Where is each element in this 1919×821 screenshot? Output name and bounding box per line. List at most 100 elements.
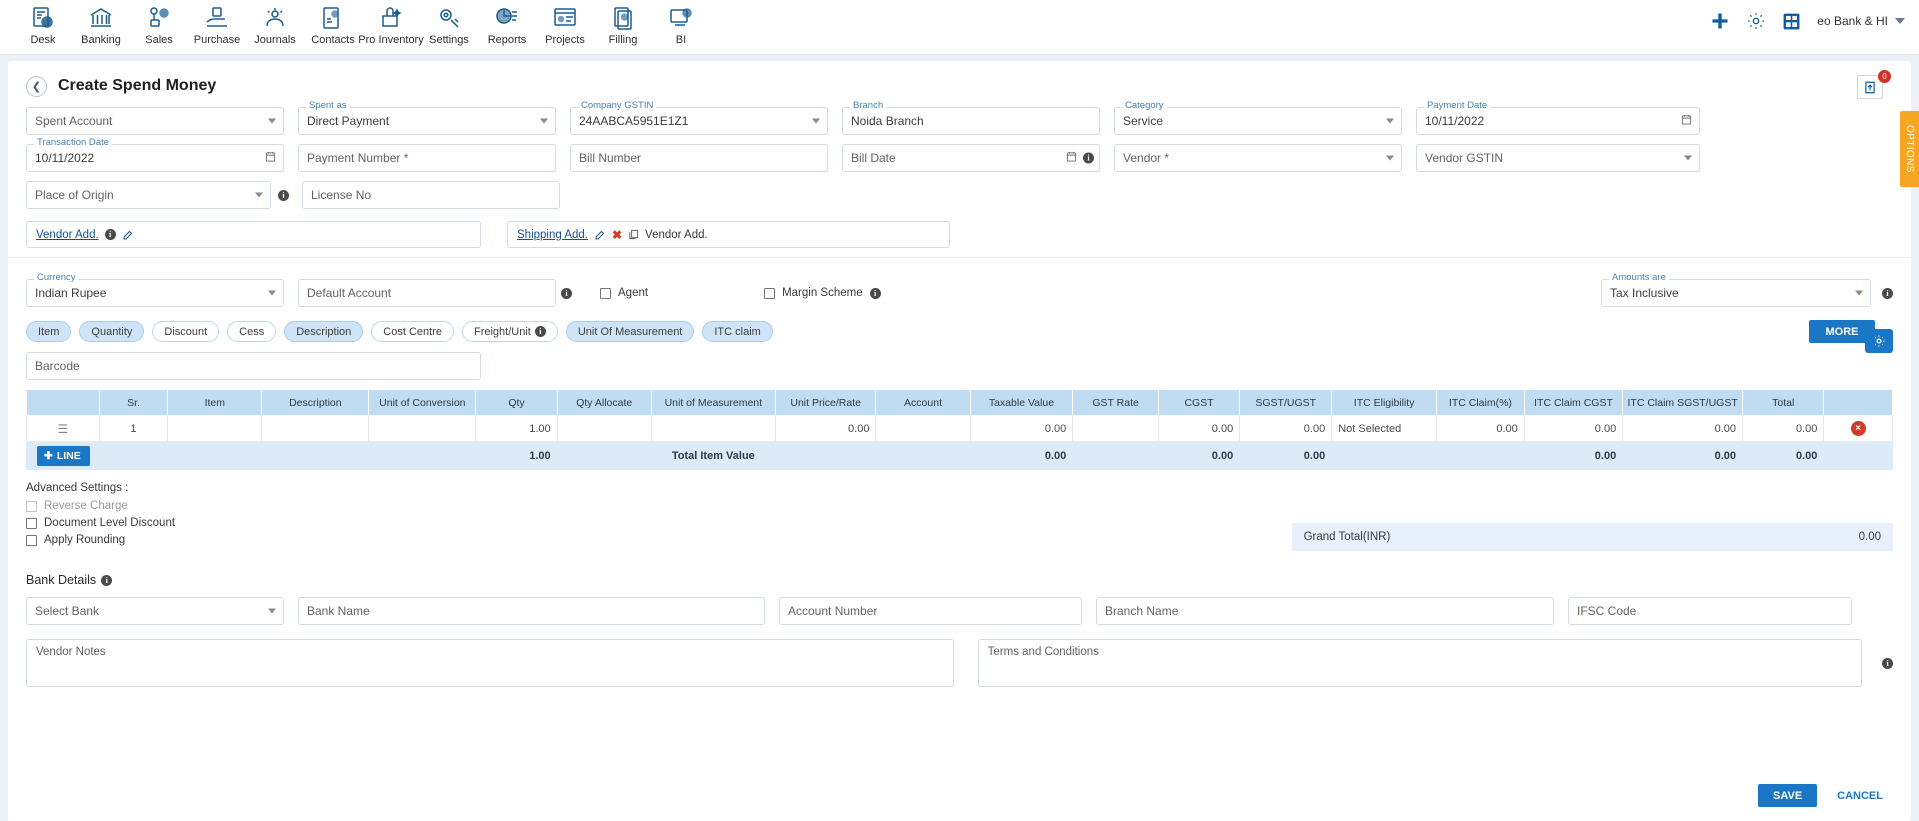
- cancel-button[interactable]: CANCEL: [1827, 784, 1893, 807]
- drag-handle-icon[interactable]: ☰: [57, 422, 68, 436]
- account-number-input[interactable]: Account Number: [779, 597, 1082, 625]
- margin-scheme-checkbox[interactable]: [764, 287, 776, 299]
- default-account-input[interactable]: Default Account: [298, 279, 556, 307]
- cell-qty-allocate[interactable]: [556, 415, 652, 442]
- save-button[interactable]: SAVE: [1758, 784, 1818, 807]
- options-side-tab[interactable]: OPTIONS: [1900, 111, 1919, 187]
- chip-cost-centre[interactable]: Cost Centre: [371, 321, 454, 342]
- cell-unit-of-conversion[interactable]: [368, 415, 477, 442]
- chip-itc-claim[interactable]: ITC claim: [702, 321, 773, 342]
- info-icon[interactable]: i: [534, 326, 546, 337]
- totals-line-button-cell[interactable]: ✚ LINE: [26, 441, 100, 470]
- edit-icon[interactable]: [594, 229, 606, 241]
- info-icon[interactable]: i: [869, 287, 881, 299]
- spent-account-select[interactable]: Spent Account: [26, 107, 284, 135]
- vendor-address-box[interactable]: Vendor Add. i: [26, 221, 481, 248]
- cell-taxable-value[interactable]: 0.00: [969, 415, 1074, 442]
- nav-item-filling[interactable]: Filling: [594, 3, 652, 46]
- info-icon[interactable]: i: [1083, 152, 1094, 164]
- nav-item-journals[interactable]: Journals: [246, 3, 304, 46]
- chip-freight-unit[interactable]: Freight/Unit i: [461, 321, 558, 342]
- cell-item[interactable]: [167, 415, 263, 442]
- nav-item-contacts[interactable]: Contacts: [304, 3, 362, 46]
- document-level-discount-checkbox[interactable]: [26, 517, 37, 529]
- currency-select[interactable]: Currency Indian Rupee: [26, 273, 284, 307]
- nav-item-bi[interactable]: BI: [652, 3, 710, 46]
- shipping-address-box[interactable]: Shipping Add. ✖ Vendor Add.: [507, 221, 950, 248]
- user-menu[interactable]: eo Bank & HI: [1817, 14, 1905, 28]
- chip-quantity[interactable]: Quantity: [79, 321, 145, 342]
- branch-name-input[interactable]: Branch Name: [1096, 597, 1554, 625]
- cell-unit-of-measurement[interactable]: [650, 415, 776, 442]
- spent-as-select[interactable]: Spent as Direct Payment: [298, 101, 556, 135]
- chip-unit-of-measurement[interactable]: Unit Of Measurement: [565, 321, 695, 342]
- plus-icon[interactable]: [1710, 11, 1730, 31]
- row-drag-handle[interactable]: ☰: [26, 415, 100, 442]
- document-level-discount-row[interactable]: Document Level Discount: [26, 517, 1292, 529]
- chip-cess[interactable]: Cess: [227, 321, 277, 342]
- reverse-charge-checkbox[interactable]: [26, 500, 37, 512]
- info-icon[interactable]: i: [278, 189, 289, 201]
- cell-total[interactable]: 0.00: [1742, 415, 1825, 442]
- copy-icon[interactable]: [628, 229, 639, 240]
- cell-description[interactable]: [261, 415, 370, 442]
- apply-rounding-checkbox[interactable]: [26, 534, 37, 546]
- info-icon[interactable]: i: [101, 574, 113, 586]
- add-line-button[interactable]: ✚ LINE: [37, 445, 90, 466]
- nav-item-purchase[interactable]: Purchase: [188, 3, 246, 46]
- ifsc-code-input[interactable]: IFSC Code: [1568, 597, 1852, 625]
- agent-checkbox-row[interactable]: Agent: [600, 287, 648, 299]
- category-select[interactable]: Category Service: [1114, 101, 1402, 135]
- cell-sgst-ugst[interactable]: 0.00: [1239, 415, 1333, 442]
- edit-icon[interactable]: [122, 229, 134, 241]
- info-icon[interactable]: i: [104, 229, 116, 240]
- calendar-icon[interactable]: [1681, 114, 1692, 128]
- transaction-date-field[interactable]: Transaction Date 10/11/2022: [26, 138, 284, 172]
- license-no-input[interactable]: License No: [302, 181, 560, 209]
- nav-item-desk[interactable]: Desk: [14, 3, 72, 46]
- payment-number-input[interactable]: Payment Number *: [298, 144, 556, 172]
- place-of-origin-select[interactable]: Place of Origin: [26, 181, 271, 209]
- info-icon[interactable]: i: [561, 287, 572, 299]
- nav-item-reports[interactable]: Reports: [478, 3, 536, 46]
- nav-item-banking[interactable]: Banking: [72, 3, 130, 46]
- margin-scheme-checkbox-row[interactable]: Margin Scheme i: [764, 287, 881, 299]
- company-gstin-select[interactable]: Company GSTIN 24AABCA5951E1Z1: [570, 101, 828, 135]
- cell-cgst[interactable]: 0.00: [1157, 415, 1241, 442]
- info-icon[interactable]: i: [1882, 657, 1893, 669]
- branch-field[interactable]: Branch Noida Branch: [842, 101, 1100, 135]
- more-button[interactable]: MORE: [1809, 320, 1875, 343]
- nav-item-pro-inventory[interactable]: Pro Inventory: [358, 3, 424, 46]
- amounts-are-select[interactable]: Amounts are Tax Inclusive: [1601, 273, 1871, 307]
- chip-item[interactable]: Item: [26, 321, 72, 342]
- chevron-left-icon[interactable]: ❮: [26, 75, 47, 97]
- vendor-notes-textarea[interactable]: Vendor Notes: [26, 639, 954, 687]
- cell-gst-rate[interactable]: [1072, 415, 1159, 442]
- gear-icon[interactable]: [1746, 11, 1766, 31]
- remove-icon[interactable]: ✖: [612, 228, 622, 242]
- nav-item-settings[interactable]: Settings: [420, 3, 478, 46]
- cell-unit-price-rate[interactable]: 0.00: [774, 415, 877, 442]
- cell-itc-claim-sgst-ugst[interactable]: 0.00: [1622, 415, 1744, 442]
- cell-qty[interactable]: 1.00: [475, 415, 558, 442]
- cell-itc-claim-pct[interactable]: 0.00: [1436, 415, 1525, 442]
- apply-rounding-row[interactable]: Apply Rounding: [26, 534, 1292, 546]
- select-bank-select[interactable]: Select Bank: [26, 597, 284, 625]
- calendar-icon[interactable]: [265, 151, 276, 165]
- vendor-gstin-select[interactable]: Vendor GSTIN: [1416, 144, 1700, 172]
- bill-date-field[interactable]: Bill Date i: [842, 144, 1100, 172]
- bank-name-input[interactable]: Bank Name: [298, 597, 765, 625]
- shipping-address-link[interactable]: Shipping Add.: [517, 229, 588, 241]
- bill-number-input[interactable]: Bill Number: [570, 144, 828, 172]
- vendor-select[interactable]: Vendor *: [1114, 144, 1402, 172]
- cell-account[interactable]: [875, 415, 971, 442]
- chip-discount[interactable]: Discount: [152, 321, 220, 342]
- vendor-address-link[interactable]: Vendor Add.: [36, 229, 99, 241]
- agent-checkbox[interactable]: [600, 287, 611, 299]
- delete-row-icon[interactable]: ×: [1850, 421, 1866, 436]
- terms-and-conditions-textarea[interactable]: Terms and Conditions: [977, 639, 1863, 687]
- chip-description[interactable]: Description: [284, 321, 364, 342]
- info-icon[interactable]: i: [1882, 287, 1893, 299]
- reverse-charge-row[interactable]: Reverse Charge: [26, 500, 1292, 512]
- table-row[interactable]: ☰ 1 1.00 0.00 0.00 0.00 0.00 Not Selecte…: [26, 415, 1893, 442]
